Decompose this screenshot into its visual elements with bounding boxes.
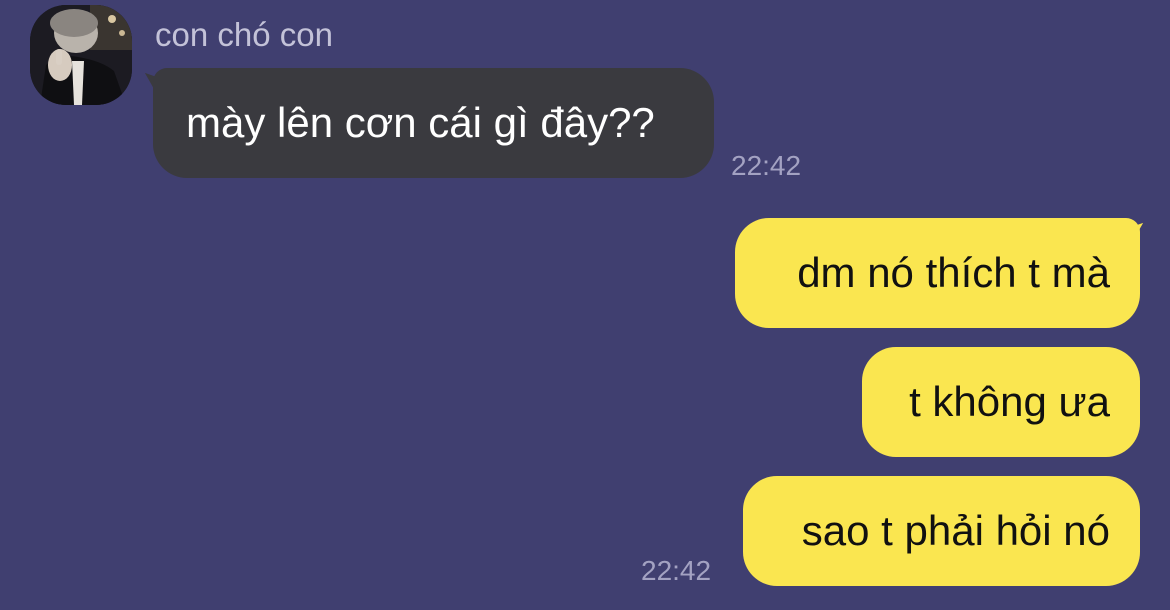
incoming-message-bubble[interactable]: mày lên cơn cái gì đây?? — [153, 68, 714, 178]
sender-name: con chó con — [155, 16, 333, 53]
outgoing-message-bubble[interactable]: sao t phải hỏi nó — [743, 476, 1140, 586]
profile-photo-icon — [30, 5, 132, 105]
contact-avatar[interactable] — [30, 5, 132, 105]
message-timestamp: 22:42 — [641, 555, 712, 586]
message-timestamp: 22:42 — [731, 150, 802, 181]
outgoing-message-bubble[interactable]: dm nó thích t mà — [735, 218, 1140, 328]
outgoing-message-bubble[interactable]: t không ưa — [862, 347, 1140, 457]
